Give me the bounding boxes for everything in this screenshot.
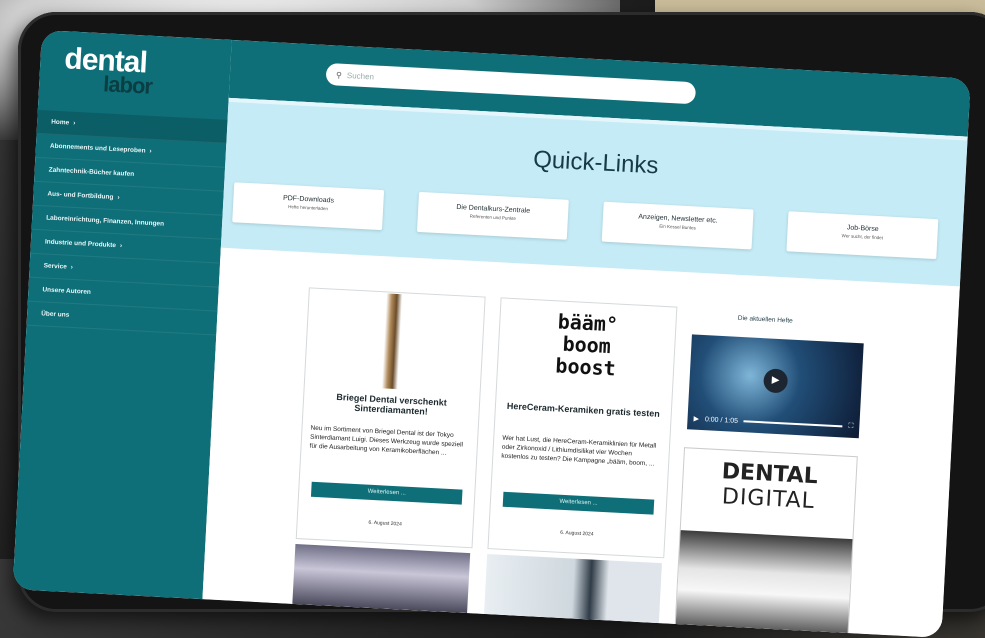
video-player[interactable]: ▶ ▶ 0:00 / 1:05 ⛶ xyxy=(686,334,864,439)
article-thumbnail[interactable] xyxy=(484,554,662,624)
video-time: 0:00 / 1:05 xyxy=(704,415,739,425)
site-logo[interactable]: dental labor xyxy=(63,42,154,99)
chevron-right-icon: › xyxy=(73,119,76,127)
quick-link-job-boerse[interactable]: Job-Börse Wer sucht, der findet xyxy=(786,211,939,260)
chevron-right-icon: › xyxy=(119,242,123,250)
play-icon[interactable]: ▶ xyxy=(763,368,789,394)
article-thumbnail[interactable] xyxy=(292,543,471,614)
quick-link-dentalkurs[interactable]: Die Dentalkurs-Zentrale Referenten und P… xyxy=(416,191,569,240)
menu-item-label: Home xyxy=(51,118,70,127)
menu-item-label: Service xyxy=(43,262,67,271)
sidebar: dental labor Home › Abonnements und Lesep… xyxy=(12,30,232,600)
read-more-button[interactable]: Weiterlesen ... xyxy=(502,491,655,515)
article-date: 6. August 2024 xyxy=(368,519,402,528)
magazine-cover-image xyxy=(675,530,853,638)
chevron-right-icon: › xyxy=(149,147,152,155)
menu-item-label: Zahntechnik-Bücher kaufen xyxy=(48,166,135,179)
article-title[interactable]: Briegel Dental verschenkt Sinterdiamante… xyxy=(311,391,471,419)
quick-links-title: Quick-Links xyxy=(532,145,660,180)
video-controls[interactable]: ▶ 0:00 / 1:05 ⛶ xyxy=(693,414,853,432)
menu-item-label: Laboreinrichtung, Finanzen, Innungen xyxy=(45,214,165,228)
quick-link-anzeigen[interactable]: Anzeigen, Newsletter etc. Ein Kessel Bun… xyxy=(601,201,754,250)
logo-labor: labor xyxy=(102,71,153,99)
main-menu: Home › Abonnements und Leseproben › Zahnte… xyxy=(26,109,228,336)
current-issues-title: Die aktuellen Hefte xyxy=(737,314,793,325)
article-image-diamond-bur xyxy=(305,289,484,394)
search-placeholder: Suchen xyxy=(346,70,375,81)
article-image-baeaem-boom-boost: bääm° boom boost xyxy=(497,299,675,411)
chevron-right-icon: › xyxy=(70,263,74,271)
play-small-icon[interactable]: ▶ xyxy=(693,415,699,423)
article-card[interactable]: bääm° boom boost HereCeram-Keramiken gra… xyxy=(487,297,678,559)
main-content: Briegel Dental verschenkt Sinterdiamante… xyxy=(202,247,960,638)
magazine-cover[interactable]: DENTAL DIGITAL xyxy=(673,447,858,638)
menu-item-label: Aus- und Fortbildung xyxy=(47,190,114,201)
menu-item-label: Unsere Autoren xyxy=(42,286,92,296)
article-card[interactable]: Briegel Dental verschenkt Sinterdiamante… xyxy=(295,287,486,549)
video-progress-track[interactable] xyxy=(743,420,843,428)
tablet-screen: dental labor Home › Abonnements und Lesep… xyxy=(12,30,971,638)
menu-item-label: Industrie und Produkte xyxy=(44,238,117,250)
read-more-button[interactable]: Weiterlesen ... xyxy=(310,481,463,505)
search-icon: ⚲ xyxy=(335,69,343,80)
fullscreen-icon[interactable]: ⛶ xyxy=(848,423,853,431)
search-input[interactable]: ⚲ Suchen xyxy=(325,62,697,105)
article-excerpt: Neu im Sortiment von Briegel Dental ist … xyxy=(309,424,464,457)
article-date: 6. August 2024 xyxy=(560,529,594,538)
quick-link-pdf-downloads[interactable]: PDF-Downloads Hefte herunterladen xyxy=(232,182,385,231)
menu-item-label: Über uns xyxy=(40,310,70,319)
chevron-right-icon: › xyxy=(117,194,120,202)
article-excerpt: Wer hat Lust, die HereCeram-Keramiklinie… xyxy=(501,434,657,468)
menu-item-label: Abonnements und Leseproben xyxy=(49,142,146,155)
